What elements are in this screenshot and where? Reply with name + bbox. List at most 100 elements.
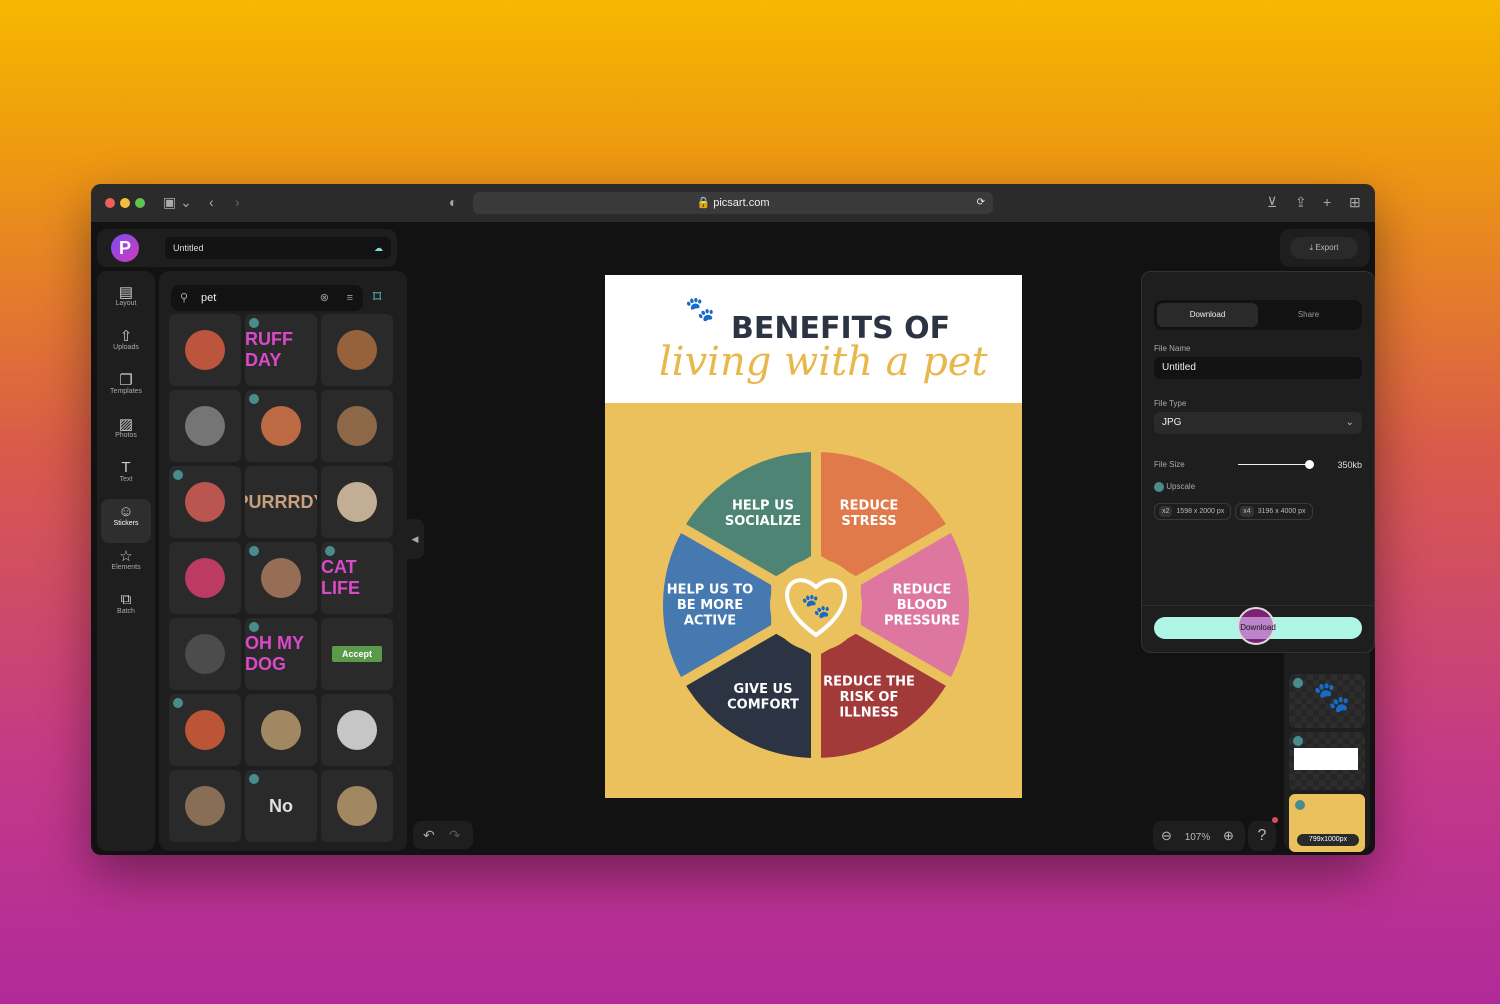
file-size-slider[interactable] (1238, 464, 1310, 465)
sidebar-item-photos[interactable]: ▨ Photos (101, 411, 151, 455)
sticker-tile[interactable] (169, 466, 241, 538)
sticker-image (185, 482, 225, 522)
sidebar-item-text[interactable]: T Text (101, 455, 151, 499)
sticker-tile[interactable] (321, 694, 393, 766)
upscale-option-x2[interactable]: x2 1598 x 2000 px (1154, 503, 1232, 520)
back-icon[interactable]: ‹ (209, 194, 214, 210)
sticker-tile[interactable] (169, 390, 241, 462)
sidebar-item-label: Text (119, 476, 133, 483)
sticker-tile[interactable] (245, 390, 317, 462)
zoom-in-icon[interactable]: ⊕ (1223, 828, 1234, 843)
file-name-input[interactable]: Untitled (1154, 357, 1362, 379)
tab-overview-icon[interactable]: ⊞ (1349, 194, 1361, 211)
zoom-controls: ⊖ 107% ⊕ (1153, 821, 1245, 851)
sticker-tile[interactable]: CAT LIFE (321, 542, 393, 614)
page-thumb[interactable]: 799x1000px (1289, 794, 1365, 852)
segment-label: GIVE US COMFORT (727, 682, 799, 713)
sticker-icon: ☺ (118, 503, 134, 520)
premium-badge-icon (1154, 482, 1164, 492)
sticker-tile[interactable] (169, 618, 241, 690)
export-button[interactable]: ⤓ Export (1290, 237, 1358, 259)
minimize-window-button[interactable] (120, 198, 130, 208)
sidebar-item-elements[interactable]: ☆ Elements (101, 543, 151, 587)
sticker-image (185, 710, 225, 750)
sidebar-toggle-icon[interactable]: ▣ ⌄ (163, 194, 192, 211)
picsart-logo[interactable]: P (111, 234, 139, 262)
layer-thumb-header[interactable] (1289, 732, 1365, 790)
premium-badge-icon (249, 546, 259, 556)
browser-window: ▣ ⌄ ‹ › ◐ 🔒 picsart.com ⟳ ⊻ ⇪ + ⊞ P Untit… (91, 184, 1375, 855)
sticker-image (261, 406, 301, 446)
sticker-tile[interactable]: RUFF DAY (245, 314, 317, 386)
forward-icon[interactable]: › (235, 194, 240, 210)
sidebar-item-batch[interactable]: ⧉ Batch (101, 587, 151, 631)
reload-icon[interactable]: ⟳ (977, 192, 985, 214)
sticker-text: PURRRDY (245, 491, 317, 512)
new-tab-icon[interactable]: + (1323, 194, 1331, 210)
sticker-tile[interactable] (321, 770, 393, 842)
sticker-tile[interactable] (169, 542, 241, 614)
sidebar-item-label: Photos (115, 432, 137, 439)
redo-icon[interactable]: ↷ (449, 827, 461, 843)
share-icon[interactable]: ⇪ (1295, 194, 1307, 211)
search-input[interactable]: ⚲ pet ⊗ ≡ (171, 285, 363, 311)
chevron-down-icon: ⌄ (1345, 417, 1354, 428)
undo-icon[interactable]: ↶ (423, 827, 435, 843)
zoom-level[interactable]: 107% (1185, 832, 1211, 843)
poster-subtitle: living with a pet (659, 339, 988, 385)
filter-icon[interactable]: ≡ (347, 285, 353, 311)
address-bar[interactable]: 🔒 picsart.com ⟳ (473, 192, 993, 214)
bookmark-icon[interactable]: ⌑ (373, 287, 381, 307)
upscale-size: 3196 x 4000 px (1257, 508, 1306, 515)
slider-handle[interactable] (1305, 460, 1314, 469)
sidebar-item-label: Elements (111, 564, 141, 571)
sticker-text: RUFF DAY (245, 329, 293, 370)
help-chat-icon: ? (1257, 827, 1267, 844)
sticker-tile[interactable] (321, 466, 393, 538)
sticker-tile[interactable]: No (245, 770, 317, 842)
zoom-out-icon[interactable]: ⊖ (1161, 828, 1172, 843)
sticker-tile[interactable] (245, 542, 317, 614)
upscale-option-x4[interactable]: x4 3196 x 4000 px (1235, 503, 1313, 520)
sticker-tile[interactable]: OH MY DOG (245, 618, 317, 690)
poster-canvas[interactable]: 🐾 BENEFITS OF living with a pet REDUCE ST… (605, 275, 1022, 798)
sticker-text: No (269, 795, 293, 816)
browser-toolbar: ▣ ⌄ ‹ › ◐ 🔒 picsart.com ⟳ ⊻ ⇪ + ⊞ (91, 184, 1375, 222)
collapse-panel-handle[interactable]: ◀ (406, 519, 424, 559)
sticker-tile[interactable] (169, 770, 241, 842)
sticker-text: CAT LIFE (321, 557, 360, 598)
tab-share[interactable]: Share (1258, 303, 1359, 327)
sticker-tile[interactable]: PURRRDY (245, 466, 317, 538)
close-window-button[interactable] (105, 198, 115, 208)
sidebar-nav: ▤ Layout ⇧ Uploads ❐ Templates ▨ Photos T Text ☺ St… (97, 271, 155, 851)
sidebar-item-layout[interactable]: ▤ Layout (101, 279, 151, 323)
clear-search-icon[interactable]: ⊗ (320, 285, 329, 311)
sidebar-item-stickers[interactable]: ☺ Stickers (101, 499, 151, 543)
layer-thumb-paw[interactable]: 🐾 (1289, 674, 1365, 728)
maximize-window-button[interactable] (135, 198, 145, 208)
sticker-tile[interactable] (321, 314, 393, 386)
sidebar-item-templates[interactable]: ❐ Templates (101, 367, 151, 411)
book-icon: ❐ (119, 372, 133, 389)
sticker-image (185, 406, 225, 446)
sticker-tile[interactable] (169, 694, 241, 766)
help-button[interactable]: ? (1248, 817, 1278, 851)
project-name-field[interactable]: Untitled ☁ (165, 237, 391, 259)
shield-icon[interactable]: ◐ (449, 194, 457, 210)
downloads-icon[interactable]: ⊻ (1267, 194, 1277, 211)
sticker-tile[interactable] (321, 390, 393, 462)
sticker-tile[interactable] (245, 694, 317, 766)
upscale-row: Upscale (1154, 482, 1362, 492)
tab-download[interactable]: Download (1157, 303, 1258, 327)
sticker-image (261, 558, 301, 598)
sticker-tile[interactable]: Accept (321, 618, 393, 690)
sticker-tile[interactable] (169, 314, 241, 386)
sticker-grid: RUFF DAY PURRRDY CAT LIFE OH MY DOG Accept No (169, 314, 397, 842)
sidebar-item-uploads[interactable]: ⇧ Uploads (101, 323, 151, 367)
url-text: picsart.com (713, 197, 770, 209)
premium-badge-icon (249, 394, 259, 404)
sticker-image (337, 786, 377, 826)
sidebar-item-label: Templates (110, 388, 142, 395)
file-type-select[interactable]: JPG ⌄ (1154, 412, 1362, 434)
export-panel: Download Share File Name Untitled File T… (1141, 271, 1375, 653)
